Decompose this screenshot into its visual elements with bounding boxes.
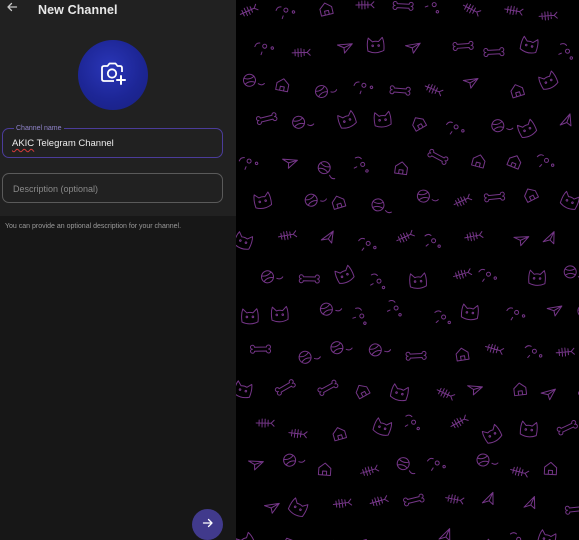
chat-background (236, 0, 579, 540)
spellcheck-word: AKIC (12, 138, 35, 149)
back-button[interactable] (3, 0, 21, 18)
camera-add-icon (99, 60, 127, 91)
new-channel-panel: New Channel Channel name AKIC Telegram C… (0, 0, 236, 540)
channel-name-label: Channel name (14, 125, 64, 133)
arrow-left-icon (6, 0, 18, 18)
cats-doodle-pattern (236, 0, 579, 540)
header: New Channel (0, 0, 236, 22)
description-placeholder: Description (optional) (13, 184, 99, 194)
channel-name-field[interactable]: Channel name AKIC Telegram Channel (2, 125, 223, 158)
hint-section (0, 216, 236, 540)
channel-name-rest: Telegram Channel (34, 138, 114, 149)
page-title: New Channel (38, 3, 118, 17)
channel-photo-picker[interactable] (78, 40, 148, 110)
description-field[interactable]: Description (optional) (2, 173, 223, 203)
channel-name-value[interactable]: AKIC Telegram Channel (12, 138, 114, 149)
arrow-right-icon (202, 516, 214, 534)
description-hint: You can provide an optional description … (5, 223, 182, 230)
next-button[interactable] (192, 509, 223, 540)
